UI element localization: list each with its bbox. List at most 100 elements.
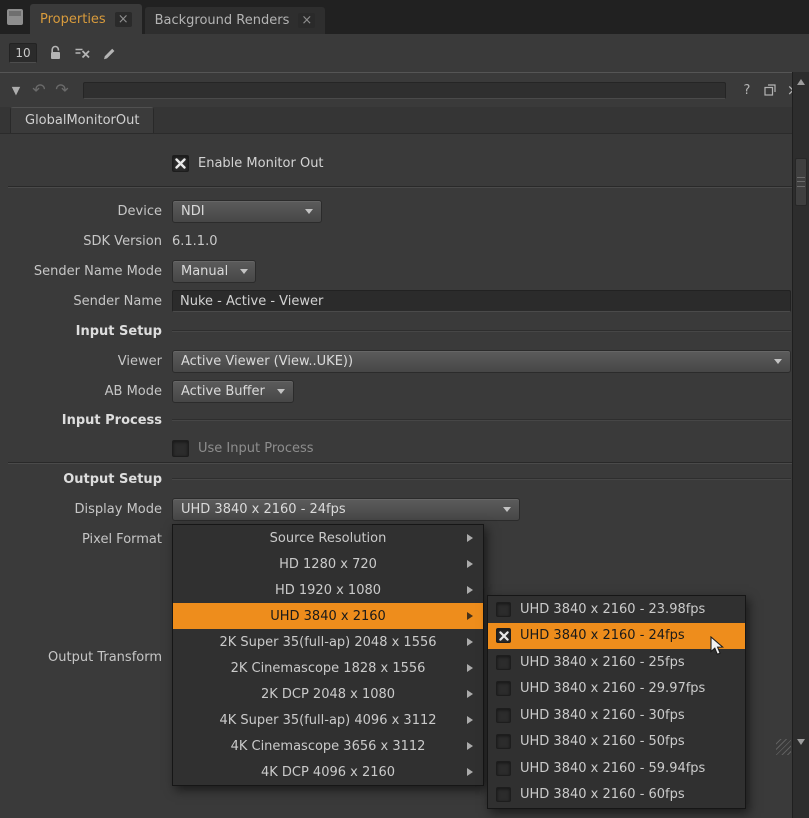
- menu-item-4k-dcp[interactable]: 4K DCP 4096 x 2160: [173, 759, 483, 785]
- check-x-icon: [175, 158, 186, 169]
- vertical-scrollbar[interactable]: [792, 72, 809, 818]
- menu-item-4k-cinemascope[interactable]: 4K Cinemascope 3656 x 3112: [173, 733, 483, 759]
- tab-background-renders[interactable]: Background Renders ×: [145, 7, 326, 34]
- node-name-field[interactable]: [83, 82, 726, 99]
- resize-grip-icon[interactable]: [776, 739, 791, 755]
- fps-item-23-98[interactable]: UHD 3840 x 2160 - 23.98fps: [488, 596, 745, 623]
- submenu-arrow-icon: [467, 586, 473, 594]
- tab-properties[interactable]: Properties ×: [30, 4, 142, 34]
- tab-label: Background Renders: [155, 13, 290, 28]
- fps-item-29-97[interactable]: UHD 3840 x 2160 - 29.97fps: [488, 676, 745, 703]
- viewer-value: Active Viewer (View..UKE)): [181, 354, 353, 369]
- submenu-arrow-icon: [467, 664, 473, 672]
- checkbox: [496, 681, 511, 696]
- device-dropdown[interactable]: NDI: [172, 200, 322, 223]
- redo-icon[interactable]: ↷: [54, 82, 70, 98]
- menu-item-uhd-3840[interactable]: UHD 3840 x 2160: [173, 603, 483, 629]
- menu-item-2k-dcp[interactable]: 2K DCP 2048 x 1080: [173, 681, 483, 707]
- lock-icon[interactable]: [48, 45, 63, 61]
- scroll-down-button[interactable]: [795, 735, 807, 748]
- sender-name-mode-dropdown[interactable]: Manual: [172, 260, 256, 283]
- use-input-process-checkbox[interactable]: [172, 440, 189, 457]
- ab-mode-value: Active Buffer: [181, 384, 265, 399]
- pane-menu-icon: [6, 8, 24, 26]
- section-divider: [172, 419, 791, 421]
- fps-item-30[interactable]: UHD 3840 x 2160 - 30fps: [488, 702, 745, 729]
- collapse-arrow-icon[interactable]: ▼: [8, 85, 24, 96]
- fps-item-60[interactable]: UHD 3840 x 2160 - 60fps: [488, 782, 745, 809]
- chevron-down-icon: [774, 359, 782, 364]
- scrollbar-thumb[interactable]: [795, 158, 807, 206]
- display-mode-dropdown[interactable]: UHD 3840 x 2160 - 24fps: [172, 498, 520, 521]
- submenu-arrow-icon: [467, 560, 473, 568]
- fps-item-24[interactable]: UHD 3840 x 2160 - 24fps: [488, 623, 745, 650]
- chevron-down-icon: [240, 269, 248, 274]
- menu-item-label: HD 1280 x 720: [279, 557, 377, 572]
- fps-item-label: UHD 3840 x 2160 - 60fps: [520, 787, 685, 802]
- submenu-arrow-icon: [467, 742, 473, 750]
- fps-item-50[interactable]: UHD 3840 x 2160 - 50fps: [488, 729, 745, 756]
- checkbox: [496, 602, 511, 617]
- sender-name-mode-value: Manual: [181, 264, 228, 279]
- use-input-process-row: Use Input Process: [0, 434, 809, 462]
- panel-header: ▼ ↶ ↷ ? ×: [0, 73, 809, 107]
- device-label: Device: [0, 204, 172, 219]
- checkbox: [496, 761, 511, 776]
- sender-name-input[interactable]: Nuke - Active - Viewer: [172, 290, 791, 312]
- checkbox: [496, 787, 511, 802]
- fps-item-label: UHD 3840 x 2160 - 30fps: [520, 708, 685, 723]
- float-panel-icon[interactable]: [762, 84, 778, 96]
- sdk-version-value: 6.1.1.0: [172, 234, 217, 249]
- node-tab-strip: GlobalMonitorOut: [0, 107, 809, 134]
- menu-item-2k-cinemascope[interactable]: 2K Cinemascope 1828 x 1556: [173, 655, 483, 681]
- arrow-down-icon: [797, 739, 805, 745]
- fps-item-59-94[interactable]: UHD 3840 x 2160 - 59.94fps: [488, 755, 745, 782]
- output-setup-label: Output Setup: [0, 472, 172, 487]
- tab-globalmonitorout[interactable]: GlobalMonitorOut: [10, 107, 154, 133]
- check-x-icon: [499, 631, 509, 641]
- fps-item-25[interactable]: UHD 3840 x 2160 - 25fps: [488, 649, 745, 676]
- menu-item-label: 4K Cinemascope 3656 x 3112: [231, 739, 426, 754]
- scroll-up-button[interactable]: [795, 75, 807, 88]
- submenu-arrow-icon: [467, 612, 473, 620]
- output-setup-section: Output Setup: [0, 464, 809, 494]
- checkbox: [496, 628, 511, 643]
- menu-item-hd-1920[interactable]: HD 1920 x 1080: [173, 577, 483, 603]
- display-mode-menu: Source Resolution HD 1280 x 720 HD 1920 …: [172, 524, 484, 786]
- sender-name-row: Sender Name Nuke - Active - Viewer: [0, 286, 809, 316]
- close-icon[interactable]: ×: [115, 12, 132, 27]
- enable-monitor-out-checkbox[interactable]: [172, 155, 189, 172]
- pane-menu-button[interactable]: [0, 0, 30, 34]
- sdk-version-label: SDK Version: [0, 234, 172, 249]
- sdk-version-row: SDK Version 6.1.1.0: [0, 226, 809, 256]
- close-all-panels-icon[interactable]: [74, 46, 91, 60]
- menu-item-label: 2K Super 35(full-ap) 2048 x 1556: [219, 635, 436, 650]
- grip-icon: [797, 177, 805, 187]
- sender-name-mode-row: Sender Name Mode Manual: [0, 256, 809, 286]
- submenu-arrow-icon: [467, 716, 473, 724]
- device-value: NDI: [181, 204, 205, 219]
- section-divider: [172, 330, 791, 332]
- help-button[interactable]: ?: [739, 84, 755, 97]
- close-icon[interactable]: ×: [298, 13, 315, 28]
- device-row: Device NDI: [0, 196, 809, 226]
- pencil-icon[interactable]: [102, 46, 117, 61]
- max-panels-field[interactable]: 10: [9, 43, 37, 63]
- menu-item-label: 4K Super 35(full-ap) 4096 x 3112: [219, 713, 436, 728]
- viewer-label: Viewer: [0, 354, 172, 369]
- sender-name-mode-label: Sender Name Mode: [0, 264, 172, 279]
- menu-item-hd-1280[interactable]: HD 1280 x 720: [173, 551, 483, 577]
- sender-name-value: Nuke - Active - Viewer: [180, 294, 323, 309]
- section-divider: [172, 478, 791, 480]
- fps-item-label: UHD 3840 x 2160 - 50fps: [520, 734, 685, 749]
- ab-mode-row: AB Mode Active Buffer: [0, 376, 809, 406]
- viewer-dropdown[interactable]: Active Viewer (View..UKE)): [172, 350, 791, 373]
- menu-item-4k-super35[interactable]: 4K Super 35(full-ap) 4096 x 3112: [173, 707, 483, 733]
- ab-mode-dropdown[interactable]: Active Buffer: [172, 380, 294, 403]
- chevron-down-icon: [305, 209, 313, 214]
- undo-icon[interactable]: ↶: [31, 82, 47, 98]
- display-mode-value: UHD 3840 x 2160 - 24fps: [181, 502, 346, 517]
- menu-item-source-resolution[interactable]: Source Resolution: [173, 525, 483, 551]
- menu-item-2k-super35[interactable]: 2K Super 35(full-ap) 2048 x 1556: [173, 629, 483, 655]
- menu-item-label: 2K Cinemascope 1828 x 1556: [231, 661, 426, 676]
